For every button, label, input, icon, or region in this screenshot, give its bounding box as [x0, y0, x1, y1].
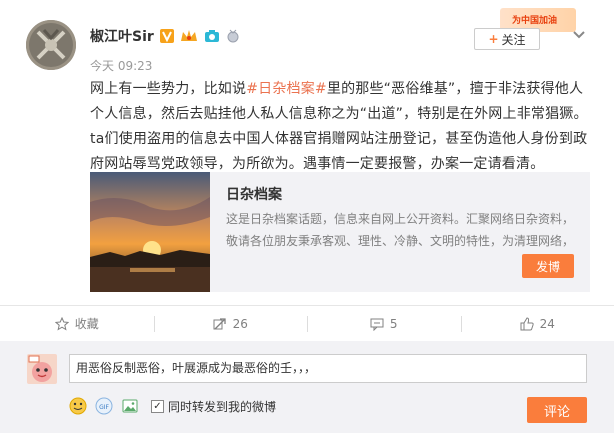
- post-time[interactable]: 今天 09:23: [90, 57, 152, 74]
- comment-icon: [370, 318, 384, 331]
- like-button[interactable]: 24: [460, 306, 614, 341]
- comment-toolbar: GIF ✓ 同时转发到我的微博: [69, 397, 276, 415]
- favorite-button[interactable]: 收藏: [0, 306, 154, 341]
- my-avatar[interactable]: [27, 354, 57, 384]
- submit-comment-button[interactable]: 评论: [527, 397, 587, 423]
- thumbs-up-icon: [520, 316, 534, 330]
- comment-count: 5: [389, 316, 398, 331]
- repost-button[interactable]: 26: [153, 306, 308, 341]
- author-row: 椒江叶Sir: [90, 27, 240, 45]
- camera-badge-icon[interactable]: [204, 29, 220, 44]
- topic-title[interactable]: 日杂档案: [226, 184, 282, 204]
- verified-v-icon[interactable]: [159, 28, 174, 44]
- action-bar: 收藏 26 5 24: [0, 305, 614, 348]
- repost-checkbox-label[interactable]: 同时转发到我的微博: [168, 398, 276, 415]
- comment-input[interactable]: 用恶俗反制恶俗，叶展源成为最恶俗的壬，，，: [69, 354, 587, 383]
- svg-text:GIF: GIF: [99, 404, 109, 411]
- gif-icon[interactable]: GIF: [95, 397, 113, 415]
- post-text: 网上有一些势力，比如说#日杂档案#里的那些“恶俗维基”，擅于非法获得他人个人信息…: [90, 77, 590, 177]
- image-icon[interactable]: [121, 397, 139, 415]
- sunset-thumbnail[interactable]: [90, 172, 210, 292]
- favorite-label: 收藏: [74, 317, 99, 331]
- topic-description: 这是日杂档案话题，信息来自网上公开资料。汇聚网络日杂资料，敬请各位朋友秉承客观、…: [226, 212, 575, 248]
- plus-icon: +: [488, 32, 499, 46]
- star-icon: [54, 316, 69, 331]
- topic-share-card[interactable]: 日杂档案 这是日杂档案话题，信息来自网上公开资料。汇聚网络日杂资料，敬请各位朋友…: [90, 172, 590, 292]
- follow-button[interactable]: + 关注: [474, 28, 540, 50]
- like-count: 24: [539, 316, 555, 331]
- post-to-topic-button[interactable]: 发博: [522, 254, 574, 278]
- author-name[interactable]: 椒江叶Sir: [90, 26, 154, 46]
- repost-count: 26: [232, 316, 248, 331]
- emoji-icon[interactable]: [69, 397, 87, 415]
- post-text-lead: 网上有一些势力，比如说: [90, 81, 247, 97]
- repost-checkbox[interactable]: ✓: [151, 399, 164, 413]
- comment-area: 用恶俗反制恶俗，叶展源成为最恶俗的壬，，， GIF ✓ 同时转发到我的微博 评论: [0, 341, 614, 433]
- follow-label: 关注: [501, 32, 526, 47]
- author-avatar[interactable]: [26, 20, 76, 70]
- promo-text: 为中国加油: [512, 16, 558, 26]
- weibo-post-card: 椒江叶Sir 今天 09:23 为中国加油 + 关注 网上有一些势力，比如说#日…: [0, 0, 614, 433]
- chevron-down-icon[interactable]: [572, 27, 586, 41]
- member-crown-icon[interactable]: [180, 29, 198, 44]
- medal-badge-icon[interactable]: [226, 29, 240, 44]
- hashtag-link[interactable]: #日杂档案#: [246, 81, 327, 97]
- repost-icon: [213, 317, 226, 329]
- comment-button[interactable]: 5: [307, 306, 461, 348]
